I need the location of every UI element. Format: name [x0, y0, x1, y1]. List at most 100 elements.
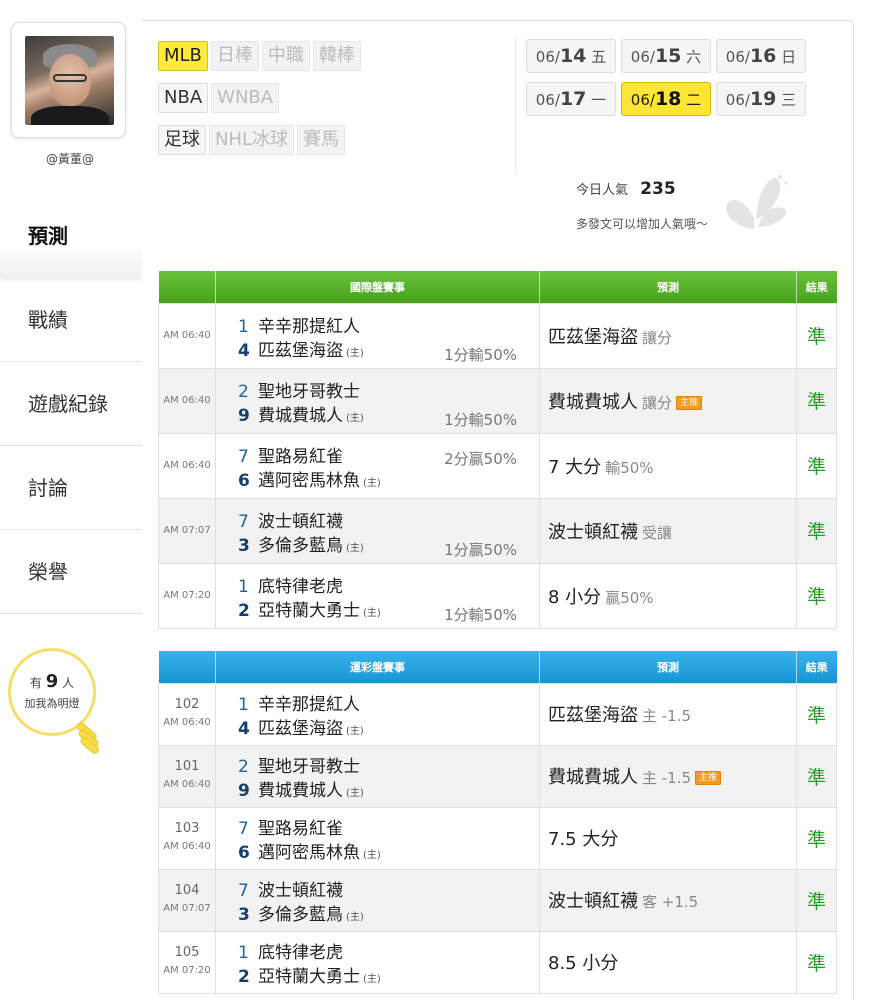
game-cell: 2 聖地牙哥教士 9 費城費城人 (主): [215, 744, 540, 808]
sport-tag[interactable]: NBA: [158, 83, 209, 113]
lamp-count: 9: [45, 671, 59, 692]
time-cell: AM 07:07: [158, 497, 216, 564]
intl-col-time: [158, 271, 216, 303]
avatar-frame[interactable]: [11, 22, 126, 138]
home-score: 2: [238, 966, 250, 987]
table-row[interactable]: AM 07:20 1 底特律老虎 2 亞特蘭大勇士 (主) 1分輸50% 8 小分 贏50% 準: [158, 562, 837, 629]
time-cell: 102 AM 06:40: [158, 682, 216, 746]
game-wrap: 1 底特律老虎 2 亞特蘭大勇士 (主): [216, 932, 539, 993]
date-selector: 06/14 五 06/15 六 06/16 日 06/17 一 06/18 二 06/19…: [526, 39, 826, 125]
away-team: 1 辛辛那提紅人: [238, 312, 360, 337]
follow-lamp[interactable]: 有 9 人 加我為明燈: [8, 648, 108, 768]
date-day: 19: [749, 88, 777, 110]
prediction-cell: 7.5 大分: [539, 806, 797, 870]
sport-tag: WNBA: [211, 83, 280, 113]
game-time: AM 07:20: [163, 589, 211, 601]
nav-item-record[interactable]: 戰績: [0, 278, 142, 362]
table-row[interactable]: 102 AM 06:40 1 辛辛那提紅人 4 匹茲堡海盜 (主) 匹茲堡海盜主 -1.5 準: [158, 682, 837, 746]
prediction-pick: 匹茲堡海盜: [548, 326, 638, 348]
featured-badge: 主推: [676, 395, 703, 410]
nav-item-discussion[interactable]: 討論: [0, 446, 142, 530]
avatar[interactable]: [25, 36, 114, 125]
date-button[interactable]: 06/18 二: [621, 82, 711, 116]
table-row[interactable]: AM 07:07 7 波士頓紅襪 3 多倫多藍鳥 (主) 1分贏50% 波士頓紅襪 受讓準: [158, 497, 837, 564]
home-team: 6 邁阿密馬林魚 (主): [238, 466, 381, 491]
game-time: AM 06:40: [163, 329, 211, 341]
away-team-name: 聖地牙哥教士: [258, 756, 360, 777]
away-score: 7: [238, 511, 249, 532]
lottery-header-event: 運彩盤賽事: [215, 651, 540, 683]
table-row[interactable]: 101 AM 06:40 2 聖地牙哥教士 9 費城費城人 (主) 費城費城人主 -1.5 主推…: [158, 744, 837, 808]
home-mark: (主): [346, 725, 364, 737]
prediction-detail: 輸50%: [605, 458, 654, 477]
home-score: 4: [238, 340, 250, 361]
time-cell: 105 AM 07:20: [158, 930, 216, 994]
game-wrap: 2 聖地牙哥教士 9 費城費城人 (主) 1分輸50%: [216, 369, 539, 433]
table-row[interactable]: AM 06:40 1 辛辛那提紅人 4 匹茲堡海盜 (主) 1分輸50% 匹茲堡海盜 讓分準: [158, 302, 837, 369]
date-button[interactable]: 06/15 六: [621, 39, 711, 73]
popularity-line: 今日人氣 235: [576, 179, 708, 199]
home-mark: (主): [346, 542, 364, 554]
home-team: 2 亞特蘭大勇士 (主): [238, 596, 381, 621]
home-team: 6 邁阿密馬林魚 (主): [238, 838, 381, 863]
intl-header-pred: 預測: [539, 271, 797, 303]
game-time: AM 07:20: [163, 965, 211, 976]
sport-tag[interactable]: 足球: [158, 125, 206, 155]
table-row[interactable]: 103 AM 06:40 7 聖路易紅雀 6 邁阿密馬林魚 (主) 7.5 大分 準: [158, 806, 837, 870]
date-prefix: 06/: [725, 91, 750, 109]
home-mark: (主): [346, 911, 364, 923]
away-score: 2: [238, 381, 249, 402]
away-team-name: 底特律老虎: [258, 576, 343, 597]
table-row[interactable]: AM 06:40 7 聖路易紅雀 6 邁阿密馬林魚 (主) 2分贏50% 7 大分 輸50% 準: [158, 432, 837, 499]
sport-tag[interactable]: MLB: [158, 41, 208, 71]
date-button[interactable]: 06/19 三: [716, 82, 806, 116]
lamp-count-line: 有 9 人: [11, 671, 93, 692]
date-prefix: 06/: [535, 91, 560, 109]
handicap-odds: 1分輸50%: [444, 345, 517, 364]
time-cell: AM 06:40: [158, 432, 216, 499]
game-cell: 1 辛辛那提紅人 4 匹茲堡海盜 (主) 1分輸50%: [215, 302, 540, 369]
sport-tag: 日棒: [210, 41, 259, 71]
nav-item-predict[interactable]: 預測: [0, 194, 142, 278]
date-day: 14: [559, 45, 587, 67]
away-team: 1 底特律老虎: [238, 938, 343, 963]
date-prefix: 06/: [725, 48, 750, 66]
game-time: AM 06:40: [163, 717, 211, 728]
handicap-odds: 1分贏50%: [444, 540, 517, 559]
home-mark: (主): [346, 412, 364, 424]
date-button[interactable]: 06/16 日: [716, 39, 806, 73]
prediction-pick: 費城費城人: [548, 391, 638, 413]
lamp-prefix: 有: [29, 676, 42, 690]
away-score: 1: [238, 576, 249, 597]
result-cell: 準: [796, 868, 837, 932]
home-team-name: 邁阿密馬林魚: [258, 470, 360, 491]
away-team: 2 聖地牙哥教士: [238, 752, 360, 777]
nav-item-game-log[interactable]: 遊戲紀錄: [0, 362, 142, 446]
intl-header-result: 結果: [796, 271, 837, 303]
nav-item-honor[interactable]: 榮譽: [0, 530, 142, 614]
table-row[interactable]: 105 AM 07:20 1 底特律老虎 2 亞特蘭大勇士 (主) 8.5 小分 準: [158, 930, 837, 994]
home-team: 2 亞特蘭大勇士 (主): [238, 962, 381, 987]
prediction-cell: 波士頓紅襪 受讓: [539, 497, 797, 564]
time-cell: 101 AM 06:40: [158, 744, 216, 808]
lottery-table: 運彩盤賽事 預測 結果 102 AM 06:40 1 辛辛那提紅人 4 匹茲堡海盜 (主) 匹…: [158, 651, 837, 994]
game-cell: 1 辛辛那提紅人 4 匹茲堡海盜 (主): [215, 682, 540, 746]
date-day: 15: [654, 45, 682, 67]
table-row[interactable]: AM 06:40 2 聖地牙哥教士 9 費城費城人 (主) 1分輸50% 費城費城人 讓分 主推準: [158, 367, 837, 434]
game-time: AM 06:40: [163, 779, 211, 790]
date-button[interactable]: 06/17 一: [526, 82, 616, 116]
home-team: 4 匹茲堡海盜 (主): [238, 336, 364, 361]
prediction-pick: 7.5 大分: [548, 829, 619, 850]
home-team-name: 費城費城人: [258, 405, 343, 426]
away-score: 7: [238, 818, 249, 839]
away-score: 2: [238, 756, 249, 777]
home-mark: (主): [363, 607, 381, 619]
home-mark: (主): [363, 973, 381, 985]
home-mark: (主): [363, 849, 381, 861]
date-weekday: 一: [591, 91, 607, 109]
table-row[interactable]: 104 AM 07:07 7 波士頓紅襪 3 多倫多藍鳥 (主) 波士頓紅襪客 +1.5 準: [158, 868, 837, 932]
date-button[interactable]: 06/14 五: [526, 39, 616, 73]
game-wrap: 1 辛辛那提紅人 4 匹茲堡海盜 (主): [216, 684, 539, 745]
game-wrap: 1 辛辛那提紅人 4 匹茲堡海盜 (主) 1分輸50%: [216, 304, 539, 368]
result-cell: 準: [796, 806, 837, 870]
